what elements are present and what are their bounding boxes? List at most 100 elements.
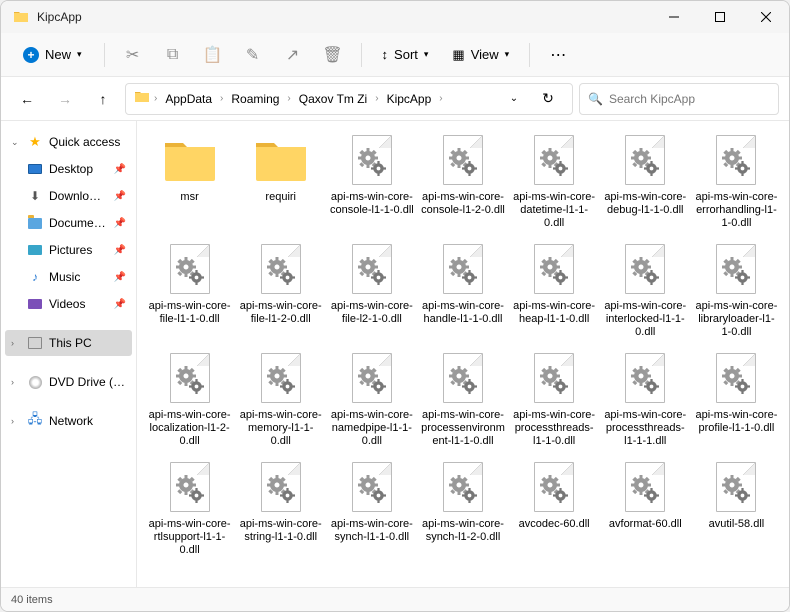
search-icon: 🔍 bbox=[588, 92, 603, 106]
maximize-button[interactable] bbox=[697, 1, 743, 33]
sidebar-item-desktop[interactable]: Desktop 📌 bbox=[5, 156, 132, 182]
chevron-right-icon[interactable]: › bbox=[11, 416, 21, 426]
search-input[interactable]: 🔍 Search KipcApp bbox=[579, 83, 779, 115]
chevron-right-icon[interactable]: › bbox=[11, 377, 21, 387]
dll-file-icon bbox=[613, 244, 677, 296]
separator bbox=[529, 43, 530, 67]
file-list[interactable]: msrrequiriapi-ms-win-core-console-l1-1-0… bbox=[137, 121, 789, 587]
dll-file-icon bbox=[340, 353, 404, 405]
file-name-label: api-ms-win-core-console-l1-2-0.dll bbox=[420, 191, 505, 217]
view-icon: ▦ bbox=[452, 47, 464, 63]
sidebar-item-label: Downloads bbox=[49, 189, 108, 203]
file-name-label: api-ms-win-core-string-l1-1-0.dll bbox=[238, 518, 323, 544]
command-bar: + New ▾ ✂ ⧉ 📋 ✎ ↗ 🗑 ↕ Sort ▾ ▦ View ▾ ⋯ bbox=[1, 33, 789, 77]
sidebar-item-documents[interactable]: Documents 📌 bbox=[5, 210, 132, 236]
file-item[interactable]: api-ms-win-core-processthreads-l1-1-0.dl… bbox=[510, 347, 599, 454]
file-item[interactable]: avutil-58.dll bbox=[692, 456, 781, 563]
sort-button[interactable]: ↕ Sort ▾ bbox=[372, 41, 439, 68]
chevron-right-icon: › bbox=[375, 93, 378, 104]
sidebar-item-label: This PC bbox=[49, 336, 126, 350]
delete-icon[interactable]: 🗑 bbox=[315, 39, 351, 71]
file-item[interactable]: api-ms-win-core-synch-l1-1-0.dll bbox=[327, 456, 416, 563]
file-item[interactable]: api-ms-win-core-processenvironment-l1-1-… bbox=[418, 347, 507, 454]
file-item[interactable]: api-ms-win-core-processthreads-l1-1-1.dl… bbox=[601, 347, 690, 454]
sidebar-item-music[interactable]: ♪ Music 📌 bbox=[5, 264, 132, 290]
file-item[interactable]: api-ms-win-core-console-l1-1-0.dll bbox=[327, 129, 416, 236]
file-item[interactable]: api-ms-win-core-localization-l1-2-0.dll bbox=[145, 347, 234, 454]
sidebar-item-label: Quick access bbox=[49, 135, 126, 149]
file-item[interactable]: avformat-60.dll bbox=[601, 456, 690, 563]
plus-icon: + bbox=[23, 47, 39, 63]
file-item[interactable]: avcodec-60.dll bbox=[510, 456, 599, 563]
file-item[interactable]: api-ms-win-core-libraryloader-l1-1-0.dll bbox=[692, 238, 781, 345]
copy-icon[interactable]: ⧉ bbox=[155, 39, 191, 71]
separator bbox=[361, 43, 362, 67]
chevron-down-icon[interactable]: ⌄ bbox=[11, 137, 21, 148]
file-item[interactable]: api-ms-win-core-interlocked-l1-1-0.dll bbox=[601, 238, 690, 345]
dll-file-icon bbox=[249, 462, 313, 514]
breadcrumb-item[interactable]: Roaming bbox=[227, 90, 283, 108]
file-item[interactable]: api-ms-win-core-profile-l1-1-0.dll bbox=[692, 347, 781, 454]
pin-icon: 📌 bbox=[114, 245, 126, 256]
dll-file-icon bbox=[704, 462, 768, 514]
folder-icon bbox=[249, 135, 313, 187]
sidebar-item-dvd[interactable]: › DVD Drive (D:) CCCC bbox=[5, 369, 132, 395]
sidebar-item-videos[interactable]: Videos 📌 bbox=[5, 291, 132, 317]
more-icon[interactable]: ⋯ bbox=[540, 39, 576, 71]
file-name-label: api-ms-win-core-profile-l1-1-0.dll bbox=[694, 409, 779, 435]
history-dropdown-icon[interactable]: ⌄ bbox=[498, 83, 530, 115]
rename-icon[interactable]: ✎ bbox=[235, 39, 271, 71]
cut-icon[interactable]: ✂ bbox=[115, 39, 151, 71]
sidebar-item-downloads[interactable]: ⬇ Downloads 📌 bbox=[5, 183, 132, 209]
file-item[interactable]: api-ms-win-core-errorhandling-l1-1-0.dll bbox=[692, 129, 781, 236]
breadcrumb[interactable]: › AppData › Roaming › Qaxov Tm Zi › Kipc… bbox=[125, 83, 573, 115]
file-item[interactable]: api-ms-win-core-file-l2-1-0.dll bbox=[327, 238, 416, 345]
file-item[interactable]: api-ms-win-core-file-l1-2-0.dll bbox=[236, 238, 325, 345]
close-button[interactable] bbox=[743, 1, 789, 33]
sidebar-quick-access[interactable]: ⌄ ★ Quick access bbox=[5, 129, 132, 155]
breadcrumb-item[interactable]: KipcApp bbox=[383, 90, 436, 108]
minimize-button[interactable] bbox=[651, 1, 697, 33]
file-name-label: api-ms-win-core-debug-l1-1-0.dll bbox=[603, 191, 688, 217]
file-name-label: api-ms-win-core-processthreads-l1-1-1.dl… bbox=[603, 409, 688, 448]
file-item[interactable]: api-ms-win-core-console-l1-2-0.dll bbox=[418, 129, 507, 236]
back-button[interactable]: ← bbox=[11, 83, 43, 115]
dll-file-icon bbox=[613, 462, 677, 514]
sidebar-item-this-pc[interactable]: › This PC bbox=[5, 330, 132, 356]
file-item[interactable]: api-ms-win-core-datetime-l1-1-0.dll bbox=[510, 129, 599, 236]
chevron-right-icon: › bbox=[220, 93, 223, 104]
file-item[interactable]: api-ms-win-core-namedpipe-l1-1-0.dll bbox=[327, 347, 416, 454]
sidebar-item-label: Videos bbox=[49, 297, 108, 311]
file-item[interactable]: api-ms-win-core-debug-l1-1-0.dll bbox=[601, 129, 690, 236]
share-icon[interactable]: ↗ bbox=[275, 39, 311, 71]
content-area: ⌄ ★ Quick access Desktop 📌 ⬇ Downloads 📌… bbox=[1, 121, 789, 587]
view-button[interactable]: ▦ View ▾ bbox=[442, 41, 519, 69]
file-item[interactable]: api-ms-win-core-file-l1-1-0.dll bbox=[145, 238, 234, 345]
up-button[interactable]: ↑ bbox=[87, 83, 119, 115]
file-item[interactable]: api-ms-win-core-heap-l1-1-0.dll bbox=[510, 238, 599, 345]
file-item[interactable]: api-ms-win-core-string-l1-1-0.dll bbox=[236, 456, 325, 563]
file-item[interactable]: api-ms-win-core-memory-l1-1-0.dll bbox=[236, 347, 325, 454]
file-item[interactable]: api-ms-win-core-synch-l1-2-0.dll bbox=[418, 456, 507, 563]
file-item[interactable]: api-ms-win-core-rtlsupport-l1-1-0.dll bbox=[145, 456, 234, 563]
refresh-icon[interactable]: ↻ bbox=[532, 83, 564, 115]
paste-icon[interactable]: 📋 bbox=[195, 39, 231, 71]
dll-file-icon bbox=[431, 244, 495, 296]
dll-file-icon bbox=[340, 135, 404, 187]
breadcrumb-item[interactable]: AppData bbox=[161, 90, 216, 108]
address-bar-row: ← → ↑ › AppData › Roaming › Qaxov Tm Zi … bbox=[1, 77, 789, 121]
file-item[interactable]: api-ms-win-core-handle-l1-1-0.dll bbox=[418, 238, 507, 345]
sidebar-item-network[interactable]: › 🖧 Network bbox=[5, 408, 132, 434]
folder-item[interactable]: requiri bbox=[236, 129, 325, 236]
titlebar[interactable]: KipcApp bbox=[1, 1, 789, 33]
dll-file-icon bbox=[158, 244, 222, 296]
folder-item[interactable]: msr bbox=[145, 129, 234, 236]
forward-button[interactable]: → bbox=[49, 83, 81, 115]
breadcrumb-item[interactable]: Qaxov Tm Zi bbox=[295, 90, 371, 108]
navigation-pane[interactable]: ⌄ ★ Quick access Desktop 📌 ⬇ Downloads 📌… bbox=[1, 121, 137, 587]
new-button[interactable]: + New ▾ bbox=[11, 41, 94, 69]
chevron-right-icon[interactable]: › bbox=[11, 338, 21, 348]
downloads-icon: ⬇ bbox=[27, 188, 43, 204]
pc-icon bbox=[27, 335, 43, 351]
sidebar-item-pictures[interactable]: Pictures 📌 bbox=[5, 237, 132, 263]
